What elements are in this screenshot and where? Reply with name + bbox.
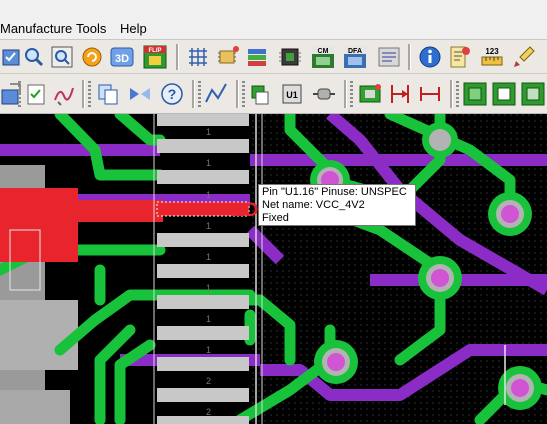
toolbar-bottom: ? U1 bbox=[0, 74, 547, 114]
pin-number: 1 bbox=[206, 283, 211, 293]
toolbar-grip[interactable] bbox=[88, 81, 91, 107]
refresh-icon[interactable] bbox=[80, 45, 104, 69]
toolbar-top: 3D FLIP CM DFA 123 bbox=[0, 40, 547, 74]
3d-view-icon[interactable]: 3D bbox=[110, 45, 134, 69]
pin-number: 1 bbox=[206, 345, 211, 355]
paint-icon[interactable] bbox=[512, 45, 536, 69]
pad-a-icon[interactable] bbox=[463, 82, 487, 106]
dimension-arrows-icon[interactable] bbox=[418, 82, 442, 106]
pin-number: 2 bbox=[206, 407, 211, 417]
menu-manufacture[interactable]: Manufacture bbox=[0, 21, 72, 36]
pin-number: 1 bbox=[206, 221, 211, 231]
toolbar-separator bbox=[176, 44, 179, 70]
chip-stack-icon[interactable] bbox=[278, 45, 302, 69]
pin-info-tooltip: Pin "U1.16" Pinuse: UNSPEC Net name: VCC… bbox=[258, 184, 416, 226]
toolbar-separator bbox=[408, 44, 411, 70]
u1-label: U1 bbox=[286, 90, 298, 100]
svg-text:?: ? bbox=[168, 86, 177, 102]
pin-number: 2 bbox=[206, 376, 211, 386]
toolbar-separator bbox=[236, 80, 239, 108]
toolbar-separator bbox=[450, 80, 453, 108]
measure-icon[interactable]: 123 bbox=[480, 45, 504, 69]
pin-number: 1 bbox=[206, 314, 211, 324]
copy-icon[interactable] bbox=[96, 82, 120, 106]
menu-bar: Manufacture Tools Help bbox=[0, 0, 547, 40]
drc-icon[interactable] bbox=[0, 45, 24, 69]
dfa-label: DFA bbox=[348, 48, 362, 55]
via bbox=[314, 340, 358, 384]
pin-number: 1 bbox=[206, 252, 211, 262]
board-place-icon[interactable] bbox=[358, 82, 382, 106]
toolbar-grip[interactable] bbox=[18, 81, 21, 107]
flip-label: FLIP bbox=[149, 48, 162, 54]
toolbar-grip[interactable] bbox=[456, 81, 459, 107]
toolbar-grip[interactable] bbox=[350, 81, 353, 107]
via bbox=[488, 192, 532, 236]
properties-icon[interactable] bbox=[448, 45, 472, 69]
route-icon[interactable] bbox=[204, 82, 228, 106]
grid-icon[interactable] bbox=[186, 45, 210, 69]
zoom-fit-icon[interactable] bbox=[50, 45, 74, 69]
menu-tools[interactable]: Tools bbox=[76, 21, 106, 36]
highlighted-copper[interactable] bbox=[0, 188, 78, 262]
flip-board-icon[interactable]: FLIP bbox=[143, 45, 167, 69]
dimension-icon[interactable] bbox=[388, 82, 412, 106]
measure-label: 123 bbox=[485, 47, 499, 56]
place-icon[interactable] bbox=[248, 82, 272, 106]
dfa-icon[interactable]: DFA bbox=[343, 45, 367, 69]
pad-b-icon[interactable] bbox=[492, 82, 516, 106]
help-icon[interactable]: ? bbox=[160, 82, 184, 106]
pcb-canvas[interactable]: 1 1 1 1 1 1 1 1 2 2 EDA365 bbox=[0, 114, 547, 424]
layers-icon[interactable] bbox=[245, 45, 269, 69]
tooltip-fixed-line: Fixed bbox=[262, 212, 289, 224]
menu-help[interactable]: Help bbox=[120, 21, 147, 36]
pad-c-icon[interactable] bbox=[521, 82, 545, 106]
cam-icon[interactable] bbox=[377, 45, 401, 69]
info-icon[interactable] bbox=[418, 45, 442, 69]
toolbar-grip[interactable] bbox=[242, 81, 245, 107]
pin-number: 1 bbox=[206, 190, 211, 200]
pin-number: 1 bbox=[206, 158, 211, 168]
toolbar-grip[interactable] bbox=[198, 81, 201, 107]
mirror-icon[interactable] bbox=[128, 82, 152, 106]
component-manager-icon[interactable]: CM bbox=[311, 45, 335, 69]
tooltip-net-line: Net name: VCC_4V2 bbox=[262, 199, 365, 211]
pin-number: 1 bbox=[206, 127, 211, 137]
toolbar-separator bbox=[344, 80, 347, 108]
parts-icon[interactable] bbox=[216, 45, 240, 69]
cm-label: CM bbox=[318, 48, 329, 55]
resistor-icon[interactable] bbox=[312, 82, 336, 106]
chip-u1-icon[interactable]: U1 bbox=[280, 82, 304, 106]
zoom-tool-icon[interactable] bbox=[22, 45, 46, 69]
route-check-icon[interactable] bbox=[52, 82, 76, 106]
toolbar-separator bbox=[192, 80, 195, 108]
tooltip-pin-line: Pin "U1.16" Pinuse: UNSPEC bbox=[262, 186, 407, 198]
via bbox=[422, 122, 458, 158]
checklist-icon[interactable] bbox=[24, 82, 48, 106]
via bbox=[418, 256, 462, 300]
3d-label: 3D bbox=[115, 53, 129, 65]
toolbar-separator bbox=[82, 80, 85, 108]
pcb-layout: 1 1 1 1 1 1 1 1 2 2 bbox=[0, 114, 547, 424]
